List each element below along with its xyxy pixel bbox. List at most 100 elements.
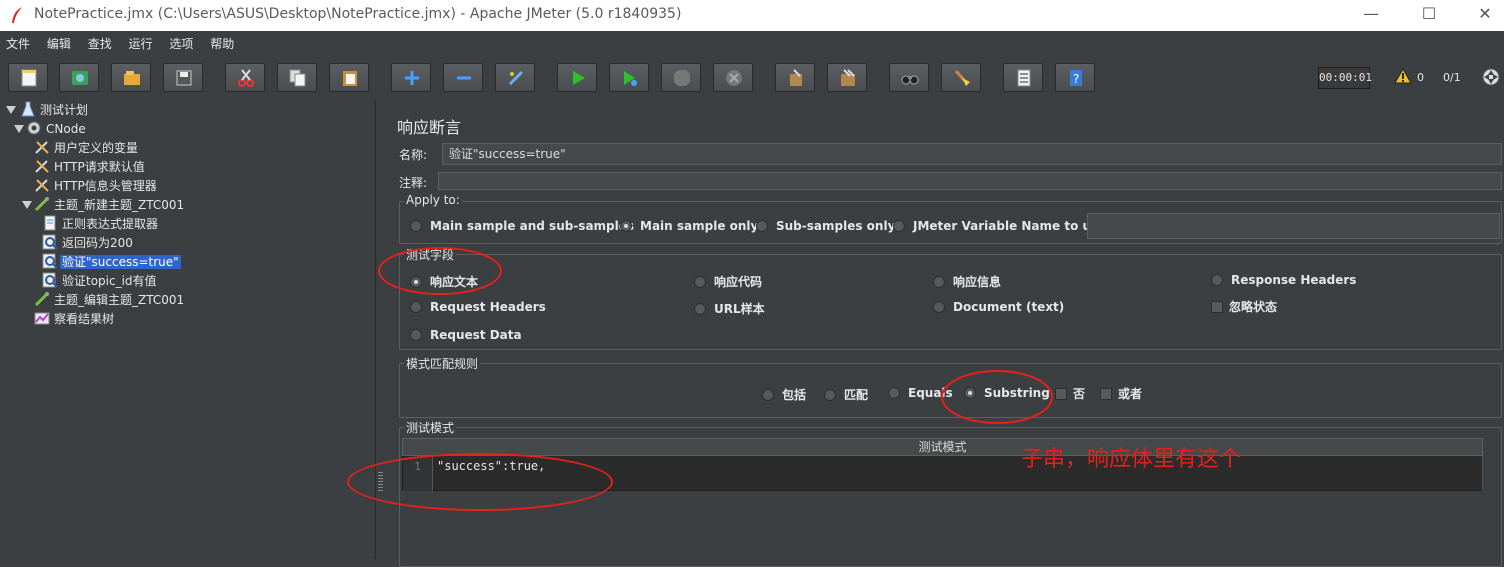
menu-run[interactable]: 运行 [129,31,153,52]
paste-button[interactable] [329,63,369,92]
clear-button[interactable] [775,63,815,92]
magnifier-icon [42,253,58,269]
field-request-data-radio[interactable]: Request Data [410,328,522,342]
magnifier-icon [42,272,58,288]
collapse-all-button[interactable] [443,63,483,92]
window-title: NotePractice.jmx (C:\Users\ASUS\Desktop\… [34,6,682,22]
tree-node-sampler[interactable]: 主题_编辑主题_ZTC001 [34,291,186,309]
chart-icon [34,312,50,325]
pipette-icon [34,197,49,212]
menu-help[interactable]: 帮助 [210,31,234,52]
annotation-note: 子串，响应体里有这个 [1021,447,1242,472]
panel-title: 响应断言 [397,118,462,137]
annotation-circle-pattern [347,453,613,511]
tree-node-assertion[interactable]: 返回码为200 [42,234,135,252]
apply-variable-radio[interactable]: JMeter Variable Name to use [893,219,1106,233]
warning-count: 0 [1417,71,1424,84]
tree-node-extractor[interactable]: 正则表达式提取器 [42,215,160,233]
close-button[interactable]: ✕ [1470,2,1500,28]
save-button[interactable] [163,63,203,92]
expand-arrow[interactable] [6,106,16,114]
tree-node-assertion[interactable]: 验证topic_id有值 [42,272,159,290]
rule-matches-radio[interactable]: 匹配 [824,386,868,403]
checkbox-box [1055,388,1067,400]
start-button[interactable] [557,63,597,92]
comment-field[interactable] [438,172,1502,190]
tree-node-listener[interactable]: 察看结果树 [34,310,116,328]
svg-text:?: ? [1073,72,1079,86]
warning-icon[interactable] [1394,68,1412,84]
rule-contains-radio[interactable]: 包括 [762,386,806,403]
radio-dot [933,301,945,313]
maximize-button[interactable]: ☐ [1414,2,1444,28]
apply-main-only-radio[interactable]: Main sample only [620,219,758,233]
expand-all-button[interactable] [391,63,431,92]
tree-node-test-plan[interactable]: 测试计划 [20,101,90,119]
start-no-timers-button[interactable] [609,63,649,92]
reset-search-button[interactable] [941,63,981,92]
shutdown-button[interactable] [713,63,753,92]
cut-button[interactable] [225,63,265,92]
field-request-headers-radio[interactable]: Request Headers [410,300,546,314]
stop-button[interactable] [661,63,701,92]
templates-button[interactable] [59,63,99,92]
radio-dot [410,329,422,341]
tree-node-config[interactable]: HTTP请求默认值 [34,158,147,176]
expand-arrow[interactable] [22,201,32,209]
apply-sub-only-radio[interactable]: Sub-samples only [756,219,895,233]
toggle-button[interactable] [495,63,535,92]
gear-icon [27,121,41,135]
minimize-button[interactable]: — [1356,2,1386,28]
name-field[interactable]: 验证"success=true" [442,143,1502,165]
name-label: 名称: [399,148,428,162]
tree-node-sampler[interactable]: 主题_新建主题_ZTC001 [34,196,186,214]
jmeter-feather-icon [12,7,22,23]
menu-options[interactable]: 选项 [169,31,193,52]
toolbar: ? 00:00:01 0 0/1 [0,55,1504,100]
field-document-text-radio[interactable]: Document (text) [933,300,1064,314]
new-icon [21,69,37,87]
help-button[interactable]: ? [1055,63,1095,92]
new-button[interactable] [8,63,48,92]
wrench-icon [35,160,49,173]
field-url-sample-radio[interactable]: URL样本 [694,300,765,317]
menu-search[interactable]: 查找 [88,31,112,52]
apply-main-and-sub-radio[interactable]: Main sample and sub-samples [410,219,634,233]
tree-node-config[interactable]: 用户定义的变量 [34,139,140,157]
field-response-code-radio[interactable]: 响应代码 [694,273,762,290]
menu-edit[interactable]: 编辑 [47,31,71,52]
wrench-icon [35,179,49,192]
field-response-headers-radio[interactable]: Response Headers [1211,273,1356,287]
radio-dot [762,389,774,401]
radio-dot [893,220,905,232]
document-icon [44,215,56,231]
checkbox-box [1211,301,1223,313]
title-bar: NotePractice.jmx (C:\Users\ASUS\Desktop\… [0,0,1504,31]
radio-dot [1211,274,1223,286]
not-checkbox[interactable]: 否 [1055,385,1085,402]
field-response-message-radio[interactable]: 响应信息 [933,273,1001,290]
editor-scrollbar[interactable] [1482,456,1500,491]
function-helper-button[interactable] [1003,63,1043,92]
function-helper-icon [1017,69,1031,87]
patterns-legend: 测试模式 [404,419,457,436]
menu-file[interactable]: 文件 [6,31,30,52]
ignore-status-checkbox[interactable]: 忽略状态 [1211,298,1277,315]
patterns-column-header[interactable]: 测试模式 [402,438,1483,456]
tree-node-thread-group[interactable]: CNode [26,120,88,138]
tree-node-config[interactable]: HTTP信息头管理器 [34,177,159,195]
search-button[interactable] [889,63,929,92]
copy-button[interactable] [277,63,317,92]
expand-arrow[interactable] [14,125,24,133]
elapsed-timer: 00:00:01 [1318,67,1372,89]
tree-node-assertion-selected[interactable]: 验证"success=true" [42,253,181,271]
start-no-timers-icon [624,71,637,86]
clear-all-button[interactable] [827,63,867,92]
collapse-icon [457,76,471,80]
open-button[interactable] [111,63,151,92]
response-assertion-panel: 响应断言 名称: 验证"success=true" 注释: Apply to: … [347,100,1504,567]
variable-name-field[interactable] [1087,213,1500,239]
or-checkbox[interactable]: 或者 [1100,385,1142,402]
radio-dot [694,276,706,288]
pattern-rules-legend: 模式匹配规则 [404,355,481,372]
